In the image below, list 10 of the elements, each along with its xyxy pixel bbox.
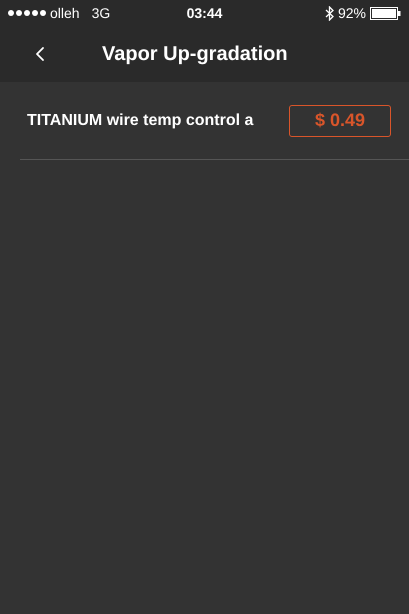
network-type: 3G	[92, 4, 110, 22]
bluetooth-icon	[324, 6, 334, 20]
price-button[interactable]: $ 0.49	[289, 104, 391, 136]
product-name: TITANIUM wire temp control a	[27, 110, 254, 130]
battery-icon	[370, 6, 401, 20]
clock-time: 03:44	[186, 4, 222, 22]
battery-percent: 92%	[338, 4, 366, 22]
carrier-name: olleh	[50, 4, 80, 22]
signal-icon	[8, 10, 46, 16]
nav-title: Vapor Up-gradation	[102, 42, 288, 67]
